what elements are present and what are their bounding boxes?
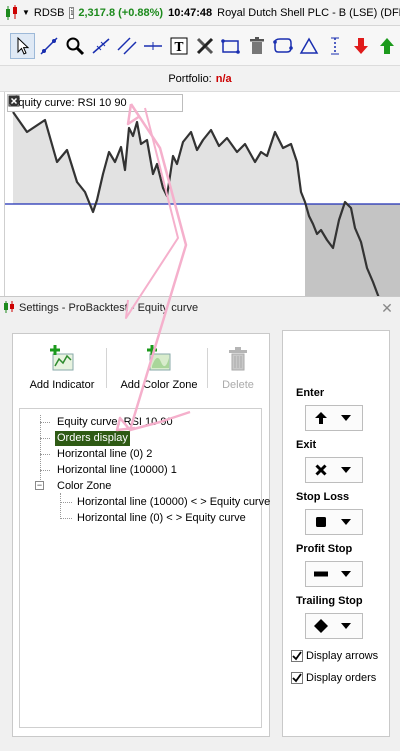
add-indicator-label: Add Indicator xyxy=(29,379,95,391)
indicator-label[interactable]: Equity curve: RSI 10 90 xyxy=(7,94,183,112)
trailing-stop-label: Trailing Stop xyxy=(296,595,363,607)
tree-item-zone-10000[interactable]: Horizontal line (10000) < > Equity curve xyxy=(75,495,272,510)
triangle-icon[interactable] xyxy=(296,33,321,59)
tree-item-orders-display[interactable]: Orders display xyxy=(55,431,130,446)
indicator-name: Equity curve: RSI 10 90 xyxy=(11,97,127,109)
portfolio-bar: Portfolio: n/a xyxy=(0,66,400,92)
add-color-zone-label: Add Color Zone xyxy=(120,379,198,391)
stop-loss-symbol-dropdown[interactable] xyxy=(305,509,363,535)
draw-line-icon[interactable] xyxy=(88,33,113,59)
close-icon[interactable]: ✕ xyxy=(380,300,394,317)
square-icon xyxy=(306,516,336,528)
delete-label: Delete xyxy=(222,379,254,391)
cross-icon xyxy=(306,464,336,476)
chevron-down-icon[interactable]: ▼ xyxy=(22,8,30,17)
rectangle-icon[interactable] xyxy=(218,33,243,59)
svg-text:T: T xyxy=(174,40,183,54)
tree-item-horizontal-line-0[interactable]: Horizontal line (0) 2 xyxy=(55,447,154,462)
add-indicator-icon xyxy=(50,345,74,371)
diamond-icon xyxy=(306,619,336,633)
instrument-name: Royal Dutch Shell PLC - B (LSE) (DFB) xyxy=(217,6,400,19)
display-orders-label: Display orders xyxy=(306,672,377,684)
dash-icon xyxy=(306,568,336,580)
symbol-label[interactable]: RDSB xyxy=(34,7,65,19)
exit-label: Exit xyxy=(296,439,317,451)
chevron-down-icon xyxy=(336,623,356,629)
text-icon[interactable]: T xyxy=(166,33,191,59)
tree-item-color-zone[interactable]: Color Zone xyxy=(55,479,113,494)
buy-arrow-icon[interactable] xyxy=(374,33,399,59)
profit-stop-label: Profit Stop xyxy=(296,543,353,555)
equity-curve-plot xyxy=(5,111,400,300)
enter-label: Enter xyxy=(296,387,325,399)
trendline-icon[interactable] xyxy=(36,33,61,59)
settings-window: Settings - ProBacktest - Equity curve ✕ … xyxy=(0,296,400,751)
toolbar-divider xyxy=(106,348,107,388)
trash-icon xyxy=(229,347,247,371)
add-color-zone-icon xyxy=(147,345,171,371)
quote-time: 10:47:48 xyxy=(168,6,213,19)
vertical-measure-icon[interactable] xyxy=(322,33,347,59)
enter-symbol-dropdown[interactable] xyxy=(305,405,363,431)
tree-item-horizontal-line-10000[interactable]: Horizontal line (10000) 1 xyxy=(55,463,179,478)
indicator-panel: Add Indicator Add Color Zone Delete − Eq… xyxy=(12,333,270,737)
checkbox[interactable] xyxy=(291,650,303,662)
candlestick-icon[interactable] xyxy=(4,4,20,22)
portfolio-label: Portfolio: xyxy=(168,73,212,85)
sell-arrow-icon[interactable] xyxy=(348,33,373,59)
add-color-zone-button[interactable]: Add Color Zone xyxy=(119,344,199,391)
add-indicator-button[interactable]: Add Indicator xyxy=(29,344,95,391)
tree-item-equity-curve[interactable]: Equity curve: RSI 10 90 xyxy=(55,415,175,430)
collapse-icon[interactable]: − xyxy=(35,481,44,490)
display-arrows-checkbox[interactable]: Display arrows xyxy=(291,650,378,662)
parallel-line-icon[interactable] xyxy=(114,33,139,59)
horizontal-line-icon[interactable] xyxy=(140,33,165,59)
chevron-down-icon xyxy=(336,467,356,473)
stop-loss-label: Stop Loss xyxy=(296,491,350,503)
chevron-down-icon xyxy=(336,415,356,421)
portfolio-value: n/a xyxy=(215,73,232,85)
pointer-icon[interactable] xyxy=(10,32,36,59)
price-change: 2,317.8 (+0.88%) xyxy=(78,6,164,19)
orders-display-panel: Enter Exit Stop Loss Profit Stop Trailin… xyxy=(282,330,390,737)
toolbar-divider xyxy=(207,348,208,388)
zoom-icon[interactable] xyxy=(62,33,87,59)
profit-stop-symbol-dropdown[interactable] xyxy=(305,561,363,587)
tools-icon[interactable] xyxy=(192,33,217,59)
drawing-toolbar: T xyxy=(0,26,400,66)
exit-symbol-dropdown[interactable] xyxy=(305,457,363,483)
equity-chart[interactable]: Equity curve: RSI 10 90 xyxy=(4,92,400,300)
tree-item-zone-0[interactable]: Horizontal line (0) < > Equity curve xyxy=(75,511,248,526)
delete-button[interactable]: Delete xyxy=(219,344,257,391)
info-icon[interactable]: i xyxy=(69,6,75,19)
trash-icon[interactable] xyxy=(244,33,269,59)
settings-title: Settings - ProBacktest - Equity curve xyxy=(19,302,199,314)
window-icon[interactable] xyxy=(8,95,163,110)
settings-titlebar[interactable]: Settings - ProBacktest - Equity curve ✕ xyxy=(0,297,400,319)
display-orders-checkbox[interactable]: Display orders xyxy=(291,672,376,684)
indicator-tool-row: Add Indicator Add Color Zone Delete xyxy=(13,344,269,394)
chevron-down-icon xyxy=(336,571,356,577)
symbol-bar: ▼ RDSB i 2,317.8 (+0.88%) 10:47:48 Royal… xyxy=(0,0,400,26)
settings-window-icon xyxy=(3,300,15,317)
up-arrow-icon xyxy=(306,412,336,424)
trailing-stop-symbol-dropdown[interactable] xyxy=(305,613,363,639)
wrench-icon[interactable] xyxy=(9,95,147,110)
close-icon[interactable] xyxy=(8,95,179,110)
chevron-down-icon xyxy=(336,519,356,525)
loop-icon[interactable] xyxy=(270,33,295,59)
indicator-tree: − Equity curve: RSI 10 90 Orders display… xyxy=(19,408,270,728)
display-arrows-label: Display arrows xyxy=(306,650,379,662)
checkbox[interactable] xyxy=(291,672,303,684)
